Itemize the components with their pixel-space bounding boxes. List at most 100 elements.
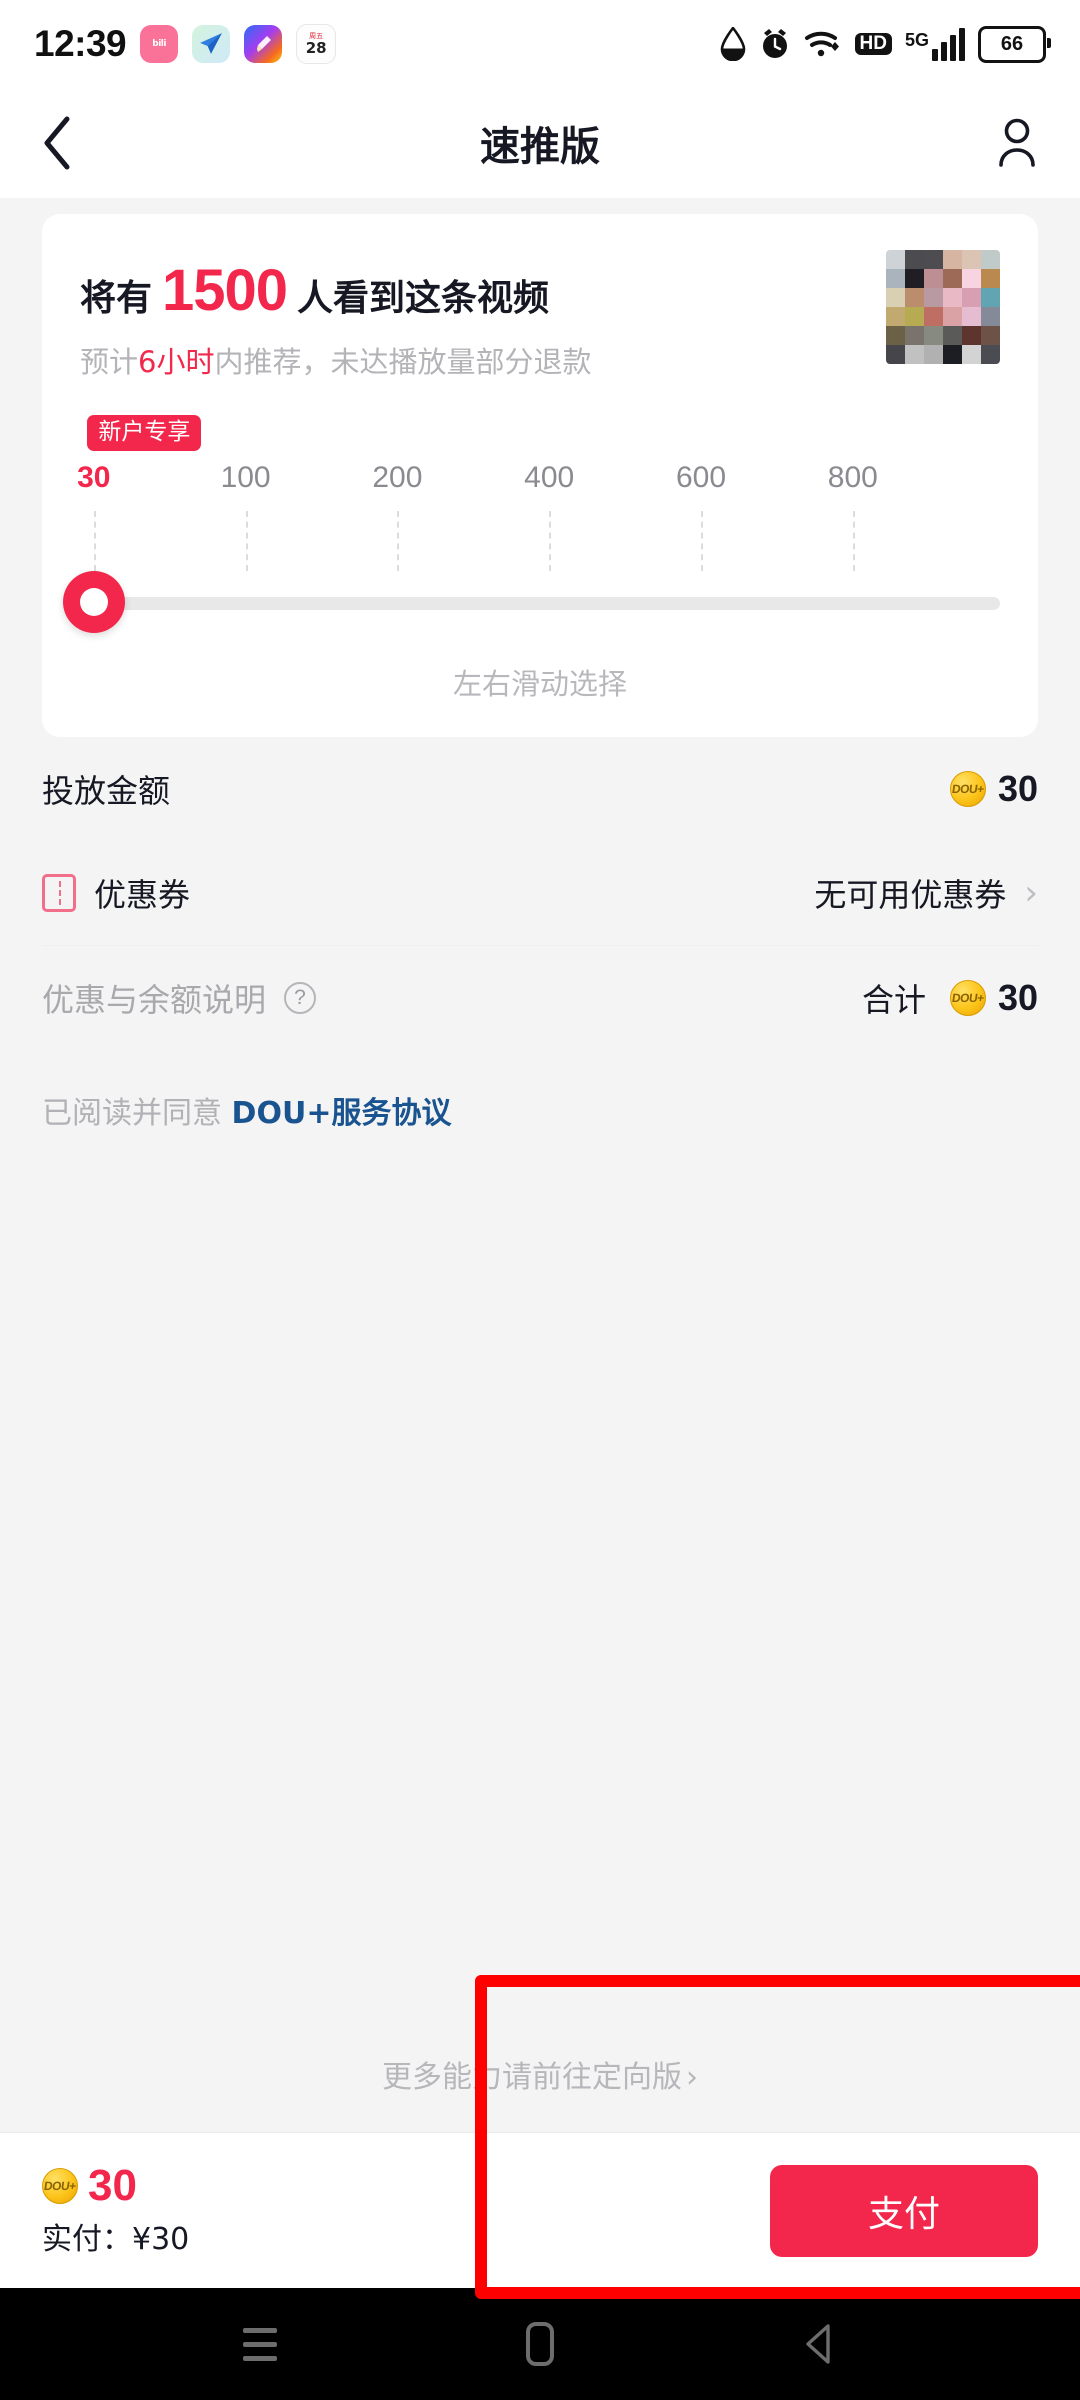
subline-suffix: 内推荐，未达播放量部分退款 [214, 344, 592, 379]
thumbnail-pixel [981, 345, 1000, 364]
thumbnail-pixel [981, 326, 1000, 345]
alarm-clock-icon [759, 27, 791, 61]
coupon-status-text: 无可用优惠券 [814, 876, 1007, 915]
thumbnail-pixel [886, 250, 905, 269]
total-value-wrap: 合计 DOU+ 30 [862, 975, 1038, 1021]
slider-tick-label: 200 [372, 461, 423, 495]
bilibili-icon-label: bili [152, 39, 166, 49]
agreement-prefix: 已阅读并同意 [42, 1096, 222, 1132]
more-features-text: 更多能力请前往定向版 [382, 2060, 682, 2095]
delivery-amount-number: 30 [997, 768, 1038, 810]
video-thumbnail[interactable] [886, 250, 1000, 364]
delivery-amount-value: DOU+ 30 [949, 768, 1038, 810]
badge-row: 新户专享 [80, 415, 1000, 461]
reach-headline: 将有 1500 人看到这条视频 [80, 256, 862, 326]
slider-tick-line [852, 511, 855, 572]
reach-count: 1500 [162, 258, 288, 323]
thumbnail-pixel [981, 288, 1000, 307]
ticket-icon [42, 874, 76, 913]
reach-subline: 预计6小时内推荐，未达播放量部分退款 [80, 344, 862, 382]
slider-tick-line [93, 511, 96, 572]
coupon-label: 优惠券 [94, 876, 191, 915]
agreement-link[interactable]: DOU+服务协议 [232, 1096, 452, 1131]
dou-plus-coin-icon: DOU+ [42, 2167, 78, 2204]
boost-card-text: 将有 1500 人看到这条视频 预计6小时内推荐，未达播放量部分退款 [80, 250, 862, 381]
subline-duration: 6小时 [138, 344, 215, 379]
dou-plus-coin-icon: DOU+ [949, 980, 986, 1017]
calendar-app-icon: 周五 28 [296, 24, 337, 64]
slider-hint: 左右滑动选择 [452, 667, 627, 702]
agreement-row: 已阅读并同意 DOU+服务协议 [0, 1050, 1080, 1132]
user-profile-icon[interactable] [980, 113, 1040, 173]
help-icon[interactable]: ? [284, 982, 317, 1015]
battery-icon: 66 [978, 25, 1051, 63]
phone-screen: 12:39 bili 周五 28 HD 5G 66 速推版 将有 1500 人看… [0, 0, 1080, 2400]
recents-icon[interactable] [225, 2309, 295, 2379]
thumbnail-pixel [962, 326, 981, 345]
thumbnail-pixel [924, 326, 943, 345]
slider-track-wrap[interactable] [62, 571, 1000, 635]
chevron-right-icon: › [1024, 873, 1038, 914]
slider-track[interactable] [80, 597, 1000, 611]
slider-tick-lines [80, 511, 1000, 572]
row-coupon[interactable]: 优惠券 无可用优惠券 › [42, 841, 1038, 945]
5g-signal-icon: 5G [904, 27, 965, 61]
android-nav-bar [0, 2288, 1080, 2400]
thumbnail-pixel [905, 269, 924, 288]
headline-suffix: 人看到这条视频 [297, 278, 550, 319]
slider-tick-line [397, 511, 400, 572]
payment-info: DOU+ 30 实付：¥30 [42, 2160, 189, 2258]
page-title: 速推版 [480, 124, 600, 170]
slider-tick-label: 400 [524, 461, 575, 495]
total-label: 合计 [861, 981, 926, 1020]
wifi-icon [804, 28, 842, 60]
status-bar-left: 12:39 bili 周五 28 [34, 23, 337, 65]
more-features-link[interactable]: 更多能力请前往定向版 › [0, 2052, 1080, 2096]
thumbnail-pixel [924, 345, 943, 364]
thumbnail-pixel [886, 345, 905, 364]
coin-label: DOU+ [43, 2178, 77, 2193]
thumbnail-pixel [886, 307, 905, 326]
status-bar-right: HD 5G 66 [720, 25, 1051, 63]
settings-rows: 投放金额 DOU+ 30 优惠券 无可用优惠券 › [0, 737, 1080, 945]
paper-plane-app-icon [192, 25, 231, 63]
total-amount-number: 30 [997, 977, 1038, 1019]
thumbnail-pixel [886, 288, 905, 307]
thumbnail-pixel [886, 326, 905, 345]
back-chevron-icon[interactable] [40, 113, 100, 173]
thumbnail-pixel [943, 345, 962, 364]
thumbnail-pixel [962, 250, 981, 269]
thumbnail-pixel [981, 250, 1000, 269]
slider-tick-line [245, 511, 248, 572]
row-delivery-amount[interactable]: 投放金额 DOU+ 30 [42, 737, 1038, 841]
budget-slider[interactable]: 新户专享 30 100 200 400 600 800 左右滑动选择 [62, 415, 1000, 707]
home-shape [526, 2322, 554, 2366]
payment-bar: DOU+ 30 实付：¥30 支付 [0, 2132, 1080, 2288]
thumbnail-pixel [943, 288, 962, 307]
back-triangle-icon[interactable] [785, 2309, 855, 2379]
slider-tick-label: 600 [675, 461, 727, 495]
slider-tick-label: 800 [827, 461, 878, 495]
thumbnail-pixel [962, 307, 981, 326]
home-icon[interactable] [505, 2309, 575, 2379]
app-header: 速推版 [0, 88, 1080, 198]
slider-tick-line [549, 511, 552, 572]
slider-thumb[interactable] [62, 571, 125, 634]
boost-card: 将有 1500 人看到这条视频 预计6小时内推荐，未达播放量部分退款 新户专享 … [42, 214, 1038, 738]
thumbnail-pixel [924, 269, 943, 288]
thumbnail-pixel [905, 345, 924, 364]
new-user-badge: 新户专享 [87, 415, 202, 452]
payment-total-number: 30 [88, 2160, 137, 2210]
payment-total: DOU+ 30 [42, 2160, 189, 2210]
signal-bars [932, 27, 965, 61]
network-type-label: 5G [904, 29, 929, 50]
slider-tick-label: 30 [77, 461, 111, 495]
hd-icon: HD [854, 32, 892, 56]
pay-button[interactable]: 支付 [770, 2164, 1038, 2257]
recents-lines [243, 2327, 277, 2361]
thumbnail-pixel [943, 326, 962, 345]
explanation-label: 优惠与余额说明 [42, 981, 267, 1020]
slider-tick-labels: 30 100 200 400 600 800 [77, 461, 1000, 511]
row-explanation[interactable]: 优惠与余额说明 ? 合计 DOU+ 30 [42, 946, 1038, 1050]
thumbnail-pixel [905, 307, 924, 326]
